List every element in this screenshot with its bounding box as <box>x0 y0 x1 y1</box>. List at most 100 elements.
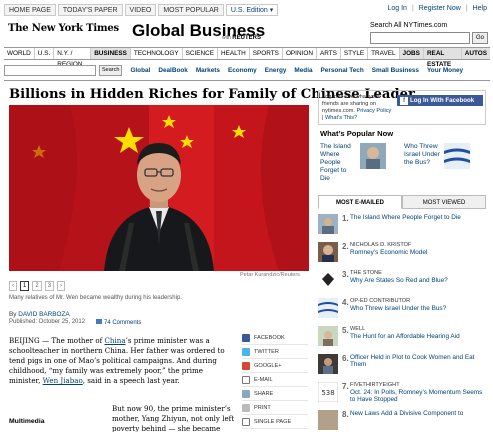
nav-real-estate[interactable]: REAL ESTATE <box>423 48 462 68</box>
byline-prefix: By <box>9 311 17 318</box>
list-item[interactable]: 538 7. FIVETHIRTYEIGHT Oct. 24: In Polls… <box>318 378 486 406</box>
item-title[interactable]: Oct. 24: In Polls, Romney’s Momentum See… <box>350 389 486 403</box>
list-item[interactable]: 1. The Island Where People Forget to Die <box>318 210 486 238</box>
share-share-label: SHARE <box>254 390 274 397</box>
whats-this-link[interactable]: What’s This? <box>325 115 357 121</box>
story-thumbnail <box>318 410 338 430</box>
item-title[interactable]: Officer Held in Plot to Cook Women and E… <box>350 354 486 368</box>
subnav-small-business[interactable]: Small Business <box>368 67 423 74</box>
facebook-login-button[interactable]: f Log In With Facebook <box>397 95 483 106</box>
article-photo[interactable] <box>9 105 309 271</box>
item-number: 7. <box>342 382 349 391</box>
share-tools: FACEBOOK TWITTER GOOGLE+ E-MAIL SHARE PR… <box>242 331 308 429</box>
item-title[interactable]: The Hunt for an Affordable Hearing Aid <box>350 333 486 340</box>
nav-health[interactable]: HEALTH <box>218 48 250 59</box>
tab-video[interactable]: VIDEO <box>124 4 157 16</box>
twitter-icon <box>242 347 250 356</box>
pager-prev-icon[interactable]: ‹ <box>9 281 17 291</box>
list-item[interactable]: 8. New Laws Add a Divisive Component to <box>318 406 486 432</box>
subnav-your-money[interactable]: Your Money <box>423 67 467 74</box>
list-item[interactable]: 4. OP-ED CONTRIBUTOR Who Threw Israel Un… <box>318 294 486 322</box>
tab-home-page[interactable]: HOME PAGE <box>4 4 56 16</box>
subnav-energy[interactable]: Energy <box>261 67 291 74</box>
subnav-global[interactable]: Global <box>126 67 154 74</box>
search-label: Search All NYTimes.com <box>370 22 448 29</box>
subnav-dealbook[interactable]: DealBook <box>154 67 191 74</box>
comments-count[interactable]: 74 Comments <box>104 320 141 326</box>
nav-arts[interactable]: ARTS <box>317 48 341 59</box>
subnav-media[interactable]: Media <box>290 67 316 74</box>
share-facebook-label: FACEBOOK <box>254 334 285 341</box>
tab-most-popular[interactable]: MOST POPULAR <box>158 4 224 16</box>
subnav-personal-tech[interactable]: Personal Tech <box>317 67 368 74</box>
popular-item-thumbnail[interactable] <box>444 143 470 169</box>
list-item[interactable]: 5. WELL The Hunt for an Affordable Heari… <box>318 322 486 350</box>
edition-dropdown[interactable]: U.S. Edition ▾ <box>225 4 279 16</box>
item-title[interactable]: Who Threw Israel Under the Bus? <box>350 305 486 312</box>
wen-jiabao-link[interactable]: Wen Jiabao <box>43 376 83 385</box>
share-google-plus[interactable]: GOOGLE+ <box>242 359 308 373</box>
popular-item-thumbnail[interactable] <box>360 143 386 169</box>
popular-item-title[interactable]: Who Threw Israel Under the Bus? <box>404 143 442 169</box>
facebook-login-box: Log in to see what your friends are shar… <box>318 90 486 125</box>
share-twitter-label: TWITTER <box>254 348 279 355</box>
privacy-policy-link[interactable]: Privacy Policy <box>357 108 392 114</box>
search-input[interactable] <box>370 32 470 44</box>
nav-ny-region[interactable]: N.Y. / REGION <box>54 48 92 68</box>
article-paragraph-1: BEIJING — The mother of China’s prime mi… <box>9 336 235 386</box>
facebook-icon <box>242 333 250 342</box>
share-print[interactable]: PRINT <box>242 401 308 415</box>
story-thumbnail <box>318 298 338 318</box>
pager-page-2[interactable]: 2 <box>32 281 42 291</box>
nav-style[interactable]: STYLE <box>341 48 369 59</box>
share-twitter[interactable]: TWITTER <box>242 345 308 359</box>
login-link[interactable]: Log In <box>387 5 406 12</box>
item-title[interactable]: The Island Where People Forget to Die <box>350 214 486 221</box>
popular-item-title[interactable]: The Island Where People Forget to Die <box>320 143 358 183</box>
business-search-input[interactable] <box>4 64 96 76</box>
register-link[interactable]: Register Now <box>419 5 461 12</box>
pager-page-1[interactable]: 1 <box>20 281 30 291</box>
share-share[interactable]: SHARE <box>242 387 308 401</box>
pager-page-3[interactable]: 3 <box>44 281 55 291</box>
nav-opinion[interactable]: OPINION <box>283 48 317 59</box>
tab-todays-paper[interactable]: TODAY'S PAPER <box>57 4 123 16</box>
china-link[interactable]: China <box>104 336 125 345</box>
nyt-logo[interactable]: The New York Times <box>8 23 119 34</box>
help-link[interactable]: Help <box>473 5 487 12</box>
popular-item[interactable]: Who Threw Israel Under the Bus? <box>404 143 470 169</box>
nav-jobs[interactable]: JOBS <box>399 48 424 59</box>
share-email[interactable]: E-MAIL <box>242 373 308 387</box>
popular-item[interactable]: The Island Where People Forget to Die <box>320 143 386 183</box>
tab-most-emailed[interactable]: MOST E-MAILED <box>318 195 402 209</box>
item-title[interactable]: Romney’s Economic Model <box>350 249 486 256</box>
business-subnav: Search Global DealBook Markets Economy E… <box>4 63 490 77</box>
list-item[interactable]: 6. Officer Held in Plot to Cook Women an… <box>318 350 486 378</box>
nav-technology[interactable]: TECHNOLOGY <box>131 48 183 59</box>
item-number: 6. <box>342 354 349 363</box>
item-title[interactable]: New Laws Add a Divisive Component to <box>350 410 486 417</box>
subnav-economy[interactable]: Economy <box>224 67 261 74</box>
masthead: The New York Times Global Business with … <box>0 18 493 46</box>
nav-sports[interactable]: SPORTS <box>250 48 283 59</box>
tab-most-viewed[interactable]: MOST VIEWED <box>402 195 486 209</box>
list-item[interactable]: 2. NICHOLAS D. KRISTOF Romney’s Economic… <box>318 238 486 266</box>
share-single-page[interactable]: SINGLE PAGE <box>242 415 308 429</box>
nav-world[interactable]: WORLD <box>4 48 35 59</box>
nav-travel[interactable]: TRAVEL <box>368 48 400 59</box>
list-item[interactable]: 3. THE STONE Why Are States So Red and B… <box>318 266 486 294</box>
nav-autos[interactable]: AUTOS <box>461 48 490 59</box>
comments-link[interactable]: 74 Comments <box>96 319 141 326</box>
subnav-markets[interactable]: Markets <box>192 67 224 74</box>
item-title[interactable]: Why Are States So Red and Blue? <box>350 277 486 284</box>
nav-science[interactable]: SCIENCE <box>183 48 219 59</box>
nav-us[interactable]: U.S. <box>35 48 55 59</box>
author-link[interactable]: DAVID BARBOZA <box>18 311 69 318</box>
nav-business[interactable]: BUSINESS <box>91 48 131 59</box>
search-go-button[interactable]: Go <box>472 32 488 44</box>
share-facebook[interactable]: FACEBOOK <box>242 331 308 345</box>
story-thumbnail <box>318 354 338 374</box>
facebook-login-label: Log In With Facebook <box>410 97 475 104</box>
pager-next-icon[interactable]: › <box>57 281 66 291</box>
business-search-button[interactable]: Search <box>99 64 123 76</box>
